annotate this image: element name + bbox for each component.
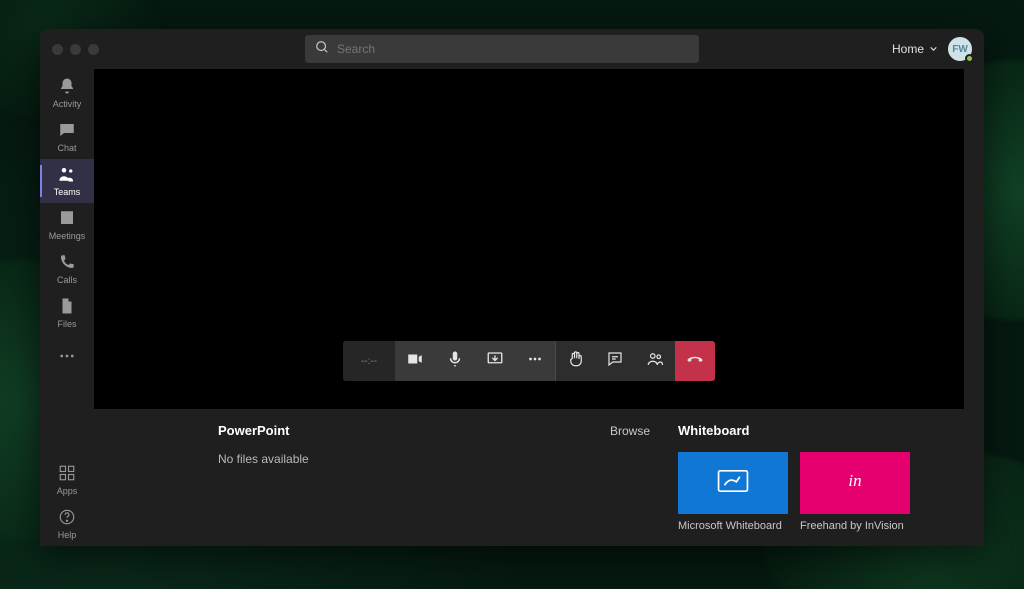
search-box[interactable] xyxy=(305,35,699,63)
sidebar-item-meetings[interactable]: Meetings xyxy=(40,203,94,247)
sidebar-item-activity[interactable]: Activity xyxy=(40,71,94,115)
share-powerpoint-section: PowerPoint Browse No files available xyxy=(218,423,678,539)
sidebar-item-label: Help xyxy=(58,530,77,540)
whiteboard-invision-tile[interactable]: in xyxy=(800,452,910,514)
titlebar: Home FW xyxy=(40,29,984,69)
share-button[interactable] xyxy=(475,341,515,381)
whiteboard-microsoft-tile[interactable] xyxy=(678,452,788,514)
raise-hand-button[interactable] xyxy=(555,341,595,381)
chat-bubble-icon xyxy=(606,350,624,373)
main-area: --:-- xyxy=(94,69,984,546)
share-whiteboard-section: Whiteboard Microsoft Whiteboard in xyxy=(678,423,960,539)
whiteboard-title: Whiteboard xyxy=(678,423,750,438)
powerpoint-title: PowerPoint xyxy=(218,423,290,438)
whiteboard-icon xyxy=(716,467,750,500)
call-controls: --:-- xyxy=(343,341,715,381)
call-timer: --:-- xyxy=(343,341,395,381)
mic-icon xyxy=(446,350,464,373)
sidebar-item-label: Apps xyxy=(57,486,78,496)
avatar-initials: FW xyxy=(952,44,968,55)
camera-toggle[interactable] xyxy=(395,341,435,381)
phone-icon xyxy=(58,253,76,273)
people-icon xyxy=(646,350,664,373)
sidebar-item-teams[interactable]: Teams xyxy=(40,159,94,203)
window-zoom[interactable] xyxy=(88,44,99,55)
avatar[interactable]: FW xyxy=(948,37,972,61)
camera-icon xyxy=(406,350,424,373)
hangup-icon xyxy=(686,350,704,373)
nav-arrows xyxy=(269,42,283,57)
share-tray: PowerPoint Browse No files available Whi… xyxy=(94,409,984,539)
org-label: Home xyxy=(892,42,924,56)
sidebar-item-label: Chat xyxy=(57,143,76,153)
invision-icon: in xyxy=(838,467,872,500)
sidebar-item-calls[interactable]: Calls xyxy=(40,247,94,291)
chat-icon xyxy=(58,121,76,141)
powerpoint-empty-text: No files available xyxy=(218,452,678,466)
org-switcher[interactable]: Home xyxy=(892,42,938,56)
search-icon xyxy=(315,40,329,59)
meeting-chat-button[interactable] xyxy=(595,341,635,381)
sidebar-item-label: Calls xyxy=(57,275,77,285)
help-icon xyxy=(58,508,76,528)
sidebar-item-help[interactable]: Help xyxy=(40,502,94,546)
calendar-icon xyxy=(58,209,76,229)
sidebar-item-files[interactable]: Files xyxy=(40,291,94,335)
sidebar-item-apps[interactable]: Apps xyxy=(40,458,94,502)
window-close[interactable] xyxy=(52,44,63,55)
sidebar-item-label: Teams xyxy=(54,187,81,197)
hangup-button[interactable] xyxy=(675,341,715,381)
apps-icon xyxy=(58,464,76,484)
mic-toggle[interactable] xyxy=(435,341,475,381)
hand-icon xyxy=(567,350,585,373)
share-icon xyxy=(486,350,504,373)
participants-button[interactable] xyxy=(635,341,675,381)
window-minimize[interactable] xyxy=(70,44,81,55)
ellipsis-icon xyxy=(526,350,544,373)
sidebar-item-label: Activity xyxy=(53,99,82,109)
bell-icon xyxy=(58,77,76,97)
app-window: Home FW Activity Chat Teams xyxy=(40,29,984,546)
chevron-down-icon xyxy=(929,42,938,56)
more-actions-button[interactable] xyxy=(515,341,555,381)
search-input[interactable] xyxy=(337,42,689,56)
teams-icon xyxy=(58,165,76,185)
file-icon xyxy=(58,297,76,317)
presence-indicator xyxy=(965,54,974,63)
sidebar-more[interactable] xyxy=(40,335,94,379)
whiteboard-invision-label: Freehand by InVision xyxy=(800,520,910,532)
app-sidebar: Activity Chat Teams Meetings Calls Files xyxy=(40,69,94,546)
window-controls xyxy=(52,44,99,55)
whiteboard-microsoft-label: Microsoft Whiteboard xyxy=(678,520,788,532)
browse-button[interactable]: Browse xyxy=(610,424,650,438)
svg-text:in: in xyxy=(848,471,861,490)
video-stage: --:-- xyxy=(94,69,964,409)
sidebar-item-chat[interactable]: Chat xyxy=(40,115,94,159)
sidebar-item-label: Files xyxy=(57,319,76,329)
sidebar-item-label: Meetings xyxy=(49,231,86,241)
ellipsis-icon xyxy=(58,347,76,367)
